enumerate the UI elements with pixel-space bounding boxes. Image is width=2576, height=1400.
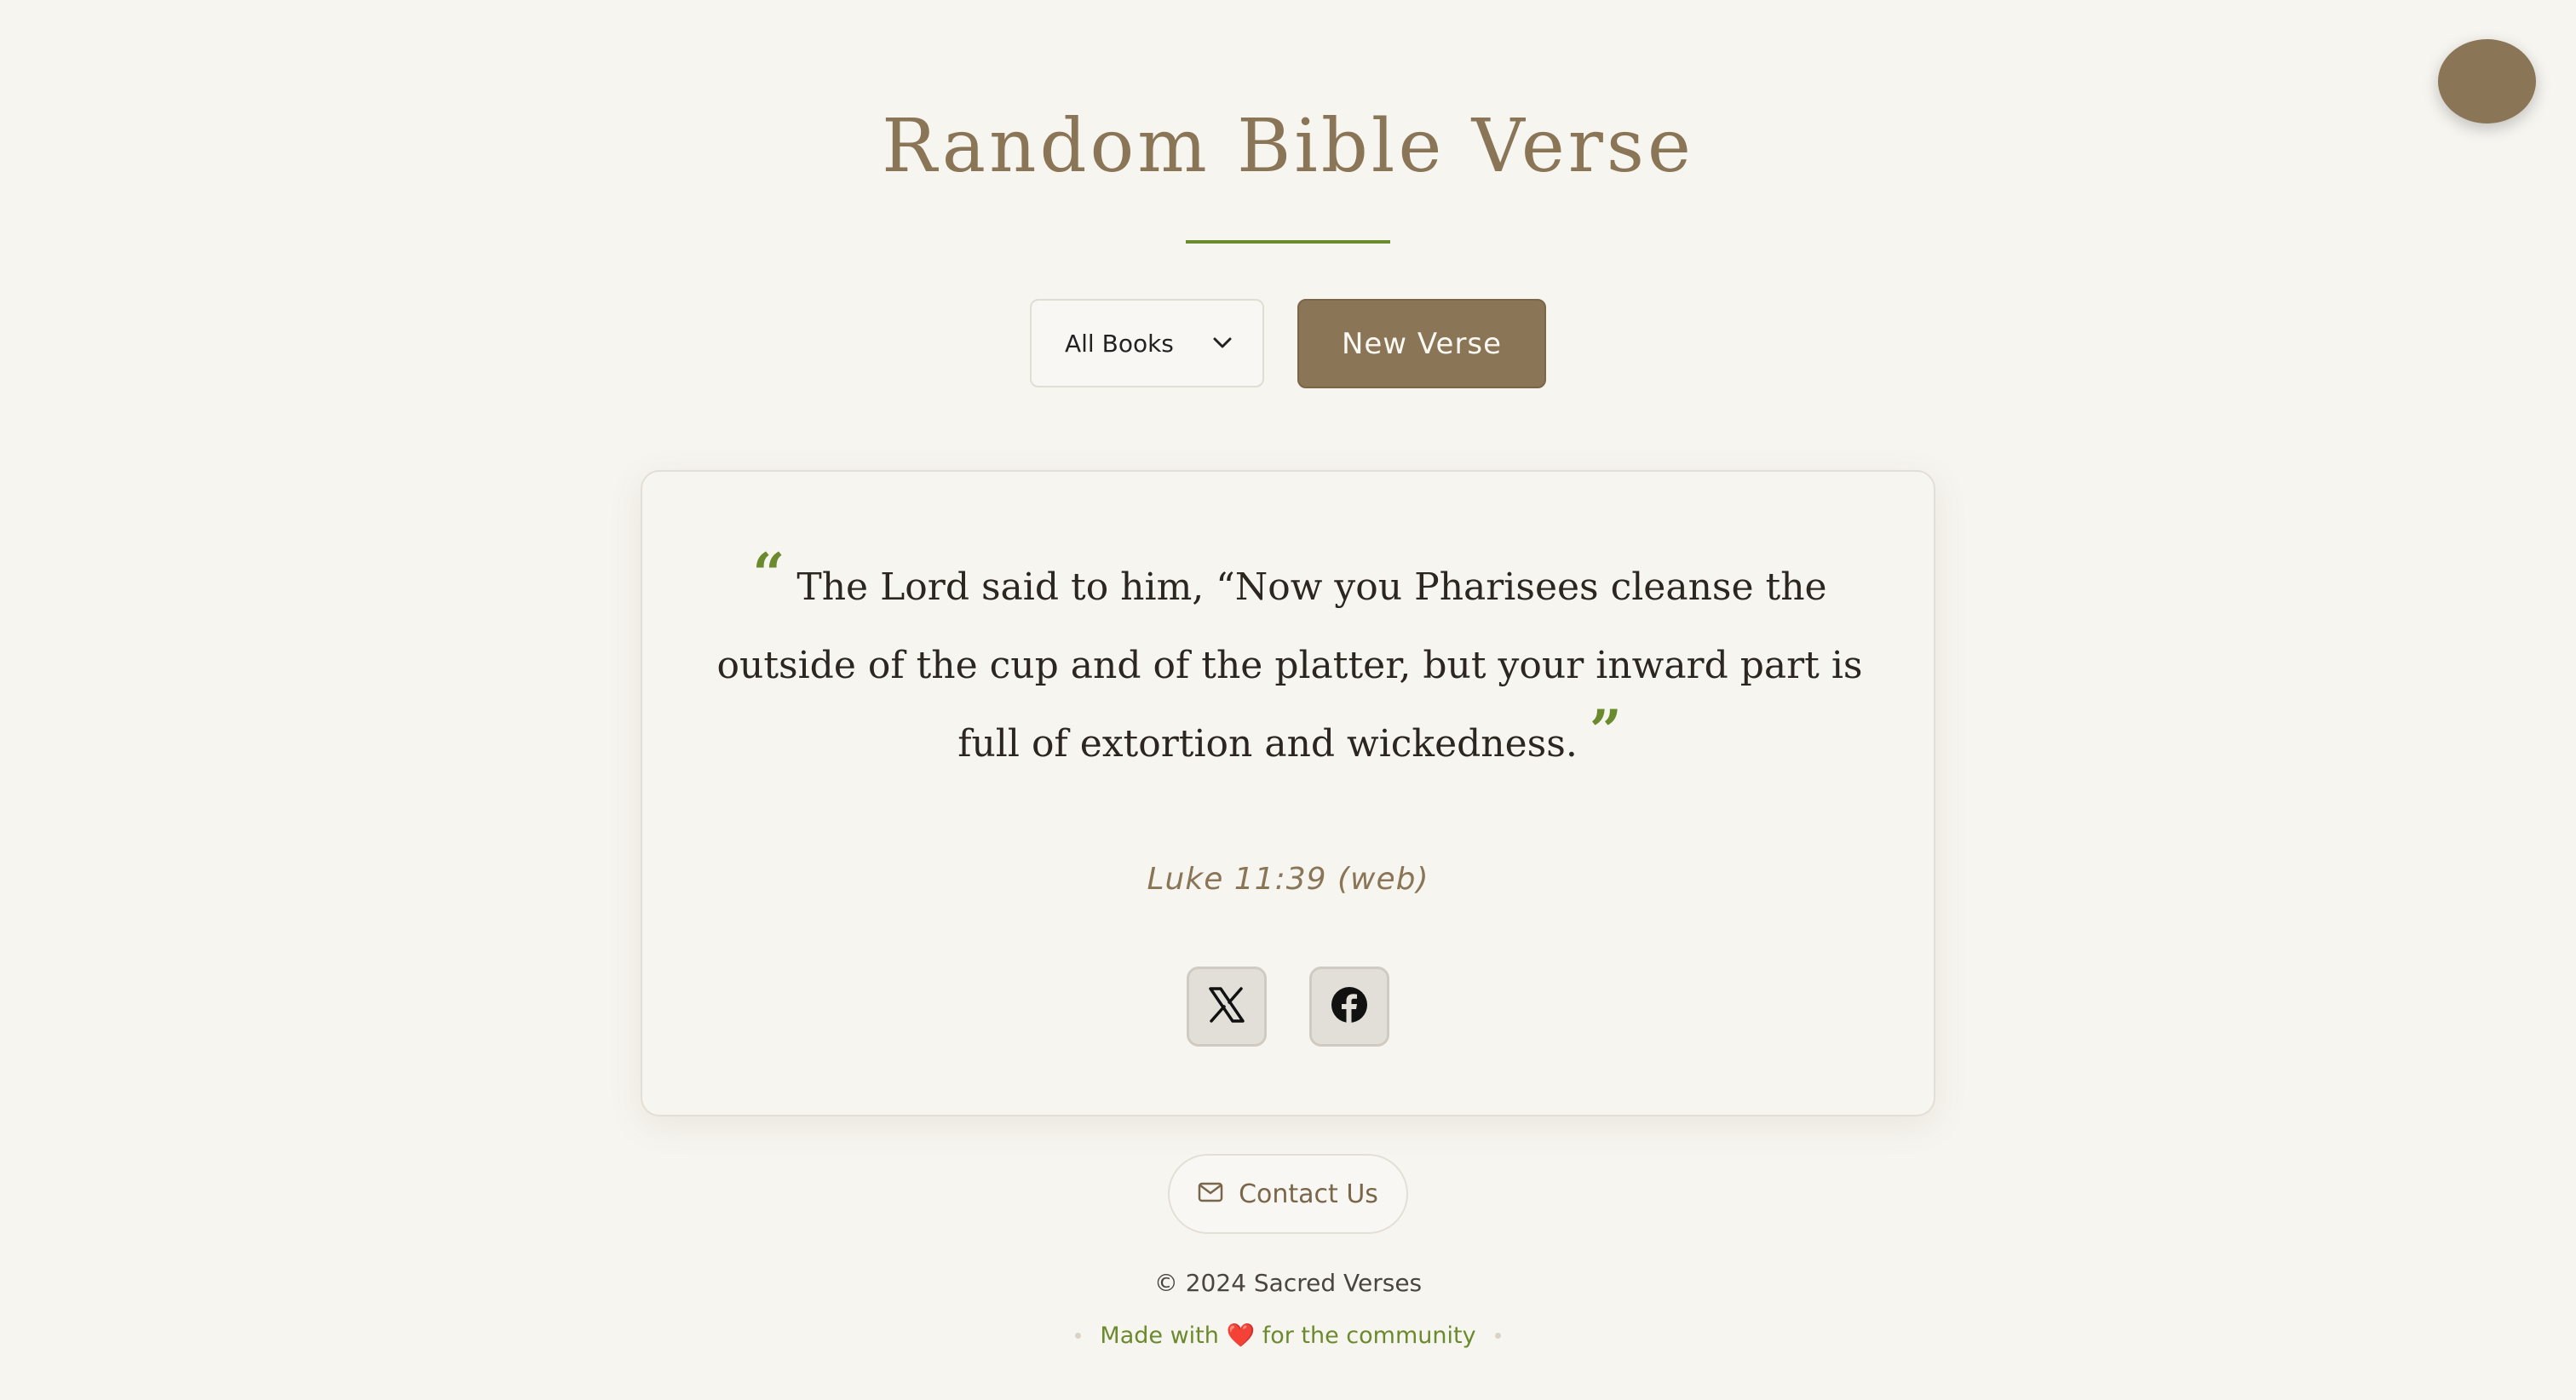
decorative-dot — [1075, 1332, 1082, 1339]
copyright-text: © 2024 Sacred Verses — [1153, 1269, 1423, 1297]
share-facebook-button[interactable] — [1309, 967, 1389, 1047]
share-x-button[interactable] — [1187, 967, 1267, 1047]
new-verse-button[interactable]: New Verse — [1297, 299, 1546, 388]
verse-card: “ The Lord said to him, “Now you Pharise… — [641, 470, 1935, 1116]
close-quote-icon: ” — [1589, 697, 1622, 764]
title-divider — [1186, 240, 1390, 244]
heart-icon: ❤️ — [1226, 1323, 1256, 1349]
mail-icon — [1198, 1179, 1223, 1209]
chevron-down-icon — [1213, 334, 1232, 353]
contact-us-button[interactable]: Contact Us — [1168, 1154, 1408, 1234]
footer-tagline: Made with ❤️ for the community — [0, 1322, 2576, 1349]
x-logo-icon — [1208, 986, 1245, 1027]
verse-body: The Lord said to him, “Now you Pharisees… — [716, 565, 1863, 766]
contact-us-label: Contact Us — [1239, 1179, 1378, 1209]
tagline-text: Made with ❤️ for the community — [1100, 1322, 1475, 1349]
decorative-dot — [1494, 1332, 1501, 1339]
tagline-after: for the community — [1262, 1323, 1476, 1349]
open-quote-icon: “ — [752, 541, 785, 607]
book-select[interactable]: All Books — [1030, 299, 1264, 387]
page-title: Random Bible Verse — [882, 104, 1694, 189]
tagline-before: Made with — [1100, 1323, 1219, 1349]
verse-text: “ The Lord said to him, “Now you Pharise… — [710, 546, 1869, 783]
verse-reference: Luke 11:39 (web) — [1147, 862, 1429, 897]
book-select-value: All Books — [1065, 329, 1174, 358]
facebook-icon — [1331, 986, 1368, 1028]
